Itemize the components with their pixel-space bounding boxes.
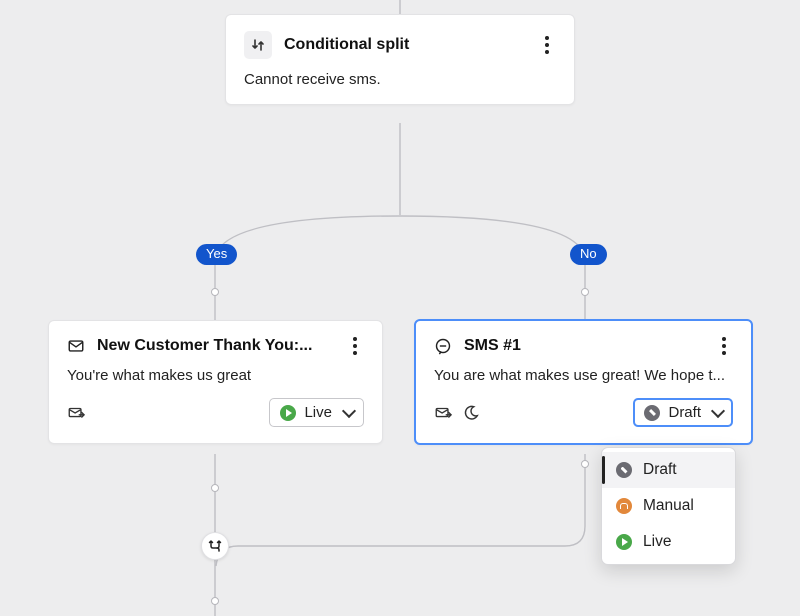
card-menu-button[interactable] [715, 337, 733, 355]
quiet-hours-icon [462, 404, 480, 422]
play-icon [280, 405, 296, 421]
smart-send-icon [67, 404, 85, 422]
chevron-down-icon [342, 404, 356, 418]
status-option-live[interactable]: Live [602, 524, 735, 560]
smart-send-icon [434, 404, 452, 422]
split-icon [244, 31, 272, 59]
chat-icon [434, 337, 452, 355]
card-title: SMS #1 [464, 337, 703, 355]
status-option-draft[interactable]: Draft [602, 452, 735, 488]
draft-icon [616, 462, 632, 478]
option-label: Live [643, 533, 671, 551]
email-card[interactable]: New Customer Thank You:... You're what m… [48, 320, 383, 444]
play-icon [616, 534, 632, 550]
split-condition: Cannot receive sms. [244, 71, 556, 88]
option-label: Manual [643, 497, 694, 515]
add-node-button[interactable] [201, 532, 229, 560]
status-label: Live [304, 404, 332, 421]
card-menu-button[interactable] [538, 36, 556, 54]
conditional-split-card[interactable]: Conditional split Cannot receive sms. [225, 14, 575, 105]
connector-dot [211, 484, 219, 492]
status-label: Draft [668, 404, 701, 421]
email-preview: You're what makes us great [67, 367, 364, 384]
manual-icon [616, 498, 632, 514]
status-option-manual[interactable]: Manual [602, 488, 735, 524]
branch-no-badge: No [570, 244, 607, 265]
sms-card[interactable]: SMS #1 You are what makes use great! We … [414, 319, 753, 445]
status-dropdown[interactable]: Draft Manual Live [601, 447, 736, 565]
draft-icon [644, 405, 660, 421]
merge-icon [207, 538, 223, 554]
connector-dot [211, 288, 219, 296]
connector-dot [581, 460, 589, 468]
sms-preview: You are what makes use great! We hope t.… [434, 367, 733, 384]
option-label: Draft [643, 461, 677, 479]
status-select-draft[interactable]: Draft [633, 398, 733, 427]
card-title: New Customer Thank You:... [97, 337, 334, 355]
status-select-live[interactable]: Live [269, 398, 364, 427]
connector-dot [581, 288, 589, 296]
card-title: Conditional split [284, 36, 526, 54]
card-menu-button[interactable] [346, 337, 364, 355]
connector-dot [211, 597, 219, 605]
branch-yes-badge: Yes [196, 244, 237, 265]
mail-icon [67, 337, 85, 355]
chevron-down-icon [711, 404, 725, 418]
